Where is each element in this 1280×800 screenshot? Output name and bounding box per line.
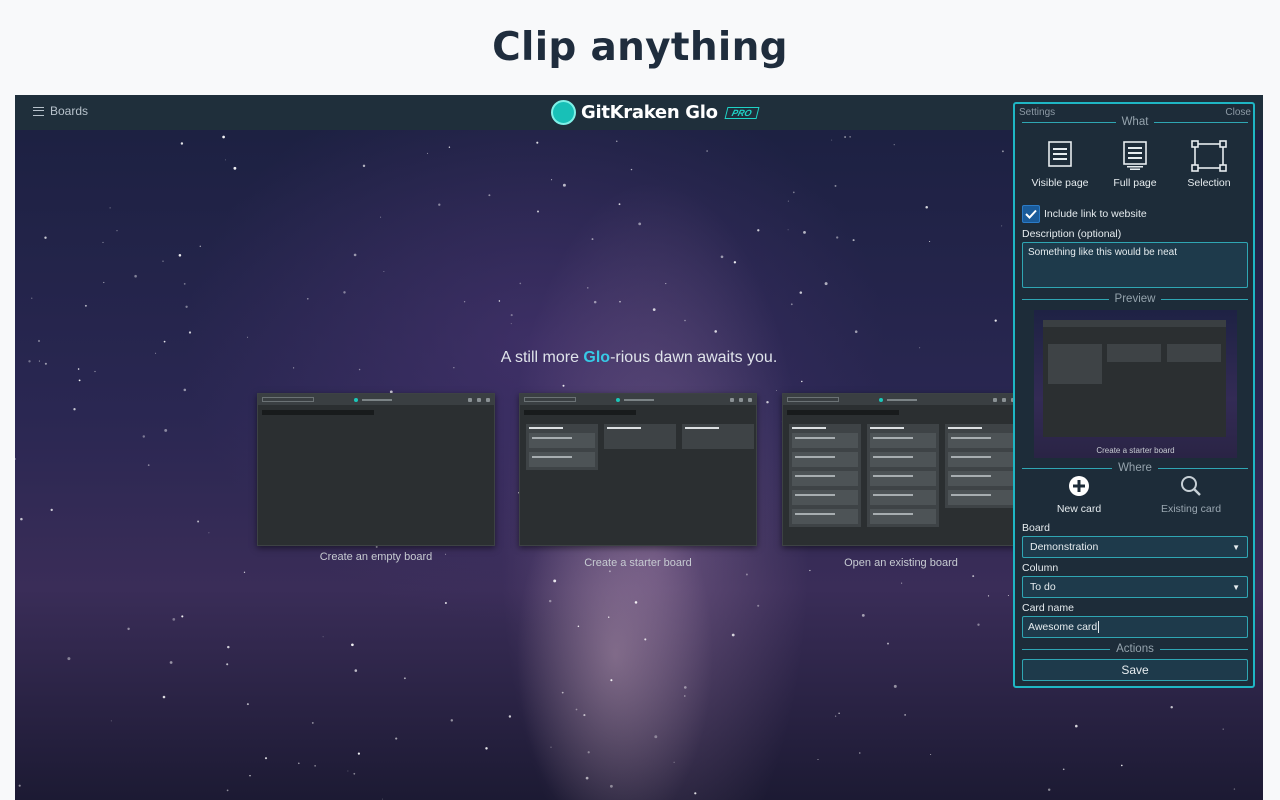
clipper-settings-panel: Settings Close What Visible page Full pa… [1013, 102, 1255, 688]
what-title-text: What [1121, 116, 1149, 128]
column-select-value: To do [1030, 581, 1056, 593]
preview-title-text: Preview [1114, 293, 1156, 305]
dropdown-arrow-icon: ▼ [1232, 582, 1240, 592]
full-page-option[interactable]: Full page [1098, 140, 1172, 189]
actions-section-title: Actions [1022, 643, 1248, 655]
kraken-logo-icon [551, 100, 576, 125]
where-title-text: Where [1118, 462, 1152, 474]
checkmark-icon [1025, 209, 1037, 219]
full-page-label: Full page [1113, 177, 1157, 189]
empty-board-option[interactable]: Create an empty board [257, 393, 495, 563]
visible-page-icon [1048, 141, 1072, 167]
board-option-caption: Open an existing board [844, 557, 958, 569]
search-icon [1181, 476, 1201, 496]
starter-board-option[interactable]: Create a starter board [519, 393, 757, 569]
board-option-caption: Create an empty board [319, 551, 433, 563]
description-field[interactable]: Something like this would be neat [1022, 242, 1248, 288]
text-caret [1098, 621, 1100, 633]
full-page-icon [1123, 141, 1147, 170]
description-label: Description (optional) [1022, 228, 1122, 240]
existing-card-option[interactable]: Existing card [1146, 475, 1236, 515]
column-select[interactable]: To do ▼ [1022, 576, 1248, 598]
boards-label: Boards [50, 104, 89, 118]
pro-badge: PRO [724, 106, 759, 119]
visible-page-option[interactable]: Visible page [1023, 140, 1097, 189]
new-card-label: New card [1056, 503, 1102, 515]
boards-menu-button[interactable]: Boards [33, 104, 88, 118]
include-link-row: Include link to website [1022, 205, 1147, 223]
board-thumbnail [519, 393, 757, 546]
where-section-title: Where [1022, 462, 1248, 474]
tagline-highlight: Glo [583, 349, 611, 366]
logo-text: GitKraken Glo [581, 102, 718, 123]
card-name-label: Card name [1022, 602, 1074, 614]
preview-caption: Create a starter board [1096, 446, 1175, 455]
column-label: Column [1022, 562, 1059, 574]
save-button[interactable]: Save [1022, 659, 1248, 681]
board-thumbnail [782, 393, 1020, 546]
selection-label: Selection [1187, 177, 1231, 189]
actions-title-text: Actions [1116, 643, 1154, 655]
what-section-title: What [1022, 116, 1248, 128]
browser-viewport: Boards GitKraken Glo PRO A still more Gl… [15, 95, 1263, 800]
gitkraken-glo-logo: GitKraken Glo PRO [551, 100, 759, 125]
headline-title: Clip anything [492, 25, 788, 70]
board-label: Board [1022, 522, 1051, 534]
new-card-option[interactable]: New card [1034, 475, 1124, 515]
dropdown-arrow-icon: ▼ [1232, 542, 1240, 552]
hamburger-icon [33, 106, 44, 116]
selection-icon [1191, 140, 1227, 172]
existing-card-label: Existing card [1160, 503, 1222, 515]
plus-circle-icon [1069, 476, 1089, 496]
card-name-value: Awesome card [1028, 621, 1098, 633]
preview-section-title: Preview [1022, 293, 1248, 305]
visible-page-label: Visible page [1031, 177, 1089, 189]
include-link-checkbox[interactable] [1022, 205, 1040, 223]
tagline-before: A still more [500, 349, 584, 366]
clip-preview-image: Create a starter board [1034, 310, 1237, 458]
tagline-after: -rious dawn awaits you. [610, 349, 778, 366]
selection-option[interactable]: Selection [1172, 140, 1246, 189]
headline-banner: Clip anything [0, 0, 1280, 95]
board-thumbnail [257, 393, 495, 546]
include-link-label: Include link to website [1044, 208, 1147, 220]
card-name-input[interactable]: Awesome card [1022, 616, 1248, 638]
board-select-value: Demonstration [1030, 541, 1099, 553]
board-select[interactable]: Demonstration ▼ [1022, 536, 1248, 558]
existing-board-option[interactable]: Open an existing board [782, 393, 1020, 569]
board-option-caption: Create a starter board [584, 557, 692, 569]
